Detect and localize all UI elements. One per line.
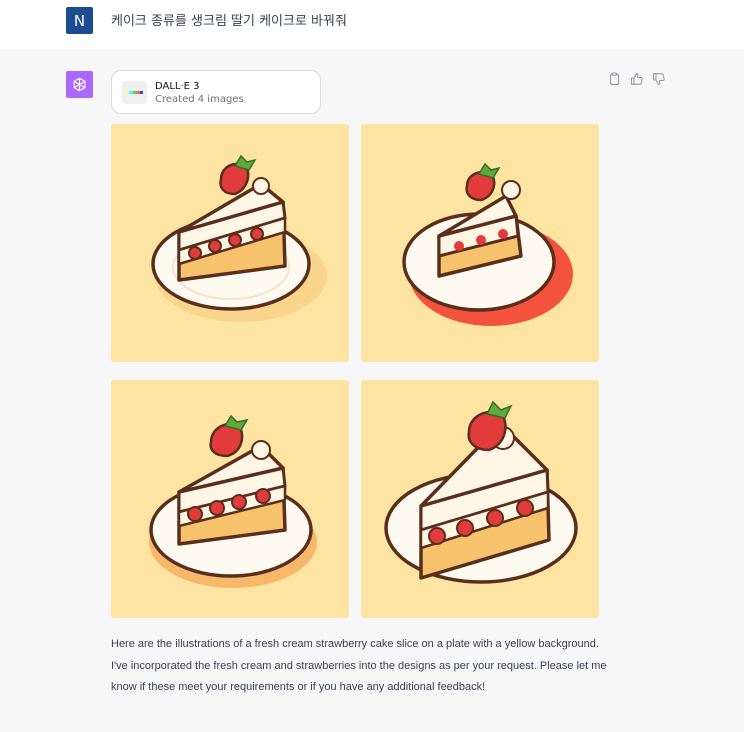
message-actions (608, 72, 667, 87)
assistant-message-row: DALL·E 3 Created 4 images Here are the i… (0, 52, 744, 732)
generated-image-4[interactable] (361, 380, 599, 618)
generated-image-2[interactable] (361, 124, 599, 362)
tool-status: Created 4 images (155, 94, 244, 105)
user-message-row: N 케이크 종류를 생크림 딸기 케이크로 바꿔줘 (0, 0, 744, 51)
dalle-tool-card[interactable]: DALL·E 3 Created 4 images (111, 70, 321, 114)
assistant-response-text: Here are the illustrations of a fresh cr… (111, 638, 607, 693)
tool-name: DALL·E 3 (155, 81, 200, 92)
assistant-avatar (66, 71, 93, 98)
user-message-text: 케이크 종류를 생크림 딸기 케이크로 바꿔줘 (111, 14, 347, 29)
dalle-icon (122, 81, 147, 104)
copy-icon[interactable] (608, 72, 623, 87)
user-avatar: N (66, 7, 93, 34)
generated-image-3[interactable] (111, 380, 349, 618)
thumbs-up-icon[interactable] (630, 72, 645, 87)
openai-logo-icon (73, 77, 86, 92)
generated-image-1[interactable] (111, 124, 349, 362)
thumbs-down-icon[interactable] (652, 72, 667, 87)
